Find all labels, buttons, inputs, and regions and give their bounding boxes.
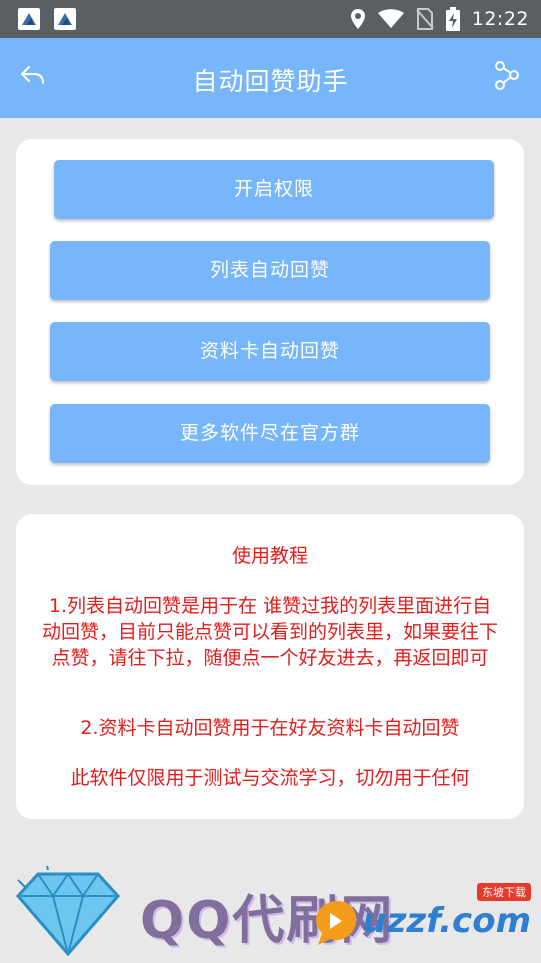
list-auto-like-button[interactable]: 列表自动回赞 xyxy=(50,241,490,300)
watermark-badge: 东坡下载 xyxy=(477,883,531,901)
wifi-icon xyxy=(377,9,404,28)
watermark-logo-icon xyxy=(316,901,357,945)
app-notification-icon xyxy=(18,8,40,30)
app-bar: 自动回赞助手 xyxy=(0,38,541,118)
tutorial-card: 使用教程 1.列表自动回赞是用于在 谁赞过我的列表里面进行自动回赞，目前只能点赞… xyxy=(16,514,524,819)
status-bar: 12:22 xyxy=(0,0,541,38)
open-permission-button[interactable]: 开启权限 xyxy=(54,160,494,219)
diamond-icon xyxy=(15,866,121,956)
profile-card-auto-like-button[interactable]: 资料卡自动回赞 xyxy=(50,322,490,381)
tutorial-paragraph-2: 2.资料卡自动回赞用于在好友资料卡自动回赞 xyxy=(80,717,460,739)
watermark-text: uzzf.com xyxy=(362,901,531,941)
system-icons: 12:22 xyxy=(350,6,529,32)
more-software-button[interactable]: 更多软件尽在官方群 xyxy=(50,404,490,463)
actions-card: 开启权限 列表自动回赞 资料卡自动回赞 更多软件尽在官方群 xyxy=(16,139,524,485)
app-notification-icon xyxy=(54,8,76,30)
location-icon xyxy=(350,9,365,29)
share-button[interactable] xyxy=(494,60,520,94)
watermark: uzzf.com 东坡下载 xyxy=(310,883,531,947)
battery-charging-icon xyxy=(445,7,460,31)
tutorial-title: 使用教程 xyxy=(231,545,308,567)
tutorial-paragraph-3: 此软件仅限用于测试与交流学习，切勿用于任何 xyxy=(70,767,470,789)
tutorial-paragraph-1: 1.列表自动回赞是用于在 谁赞过我的列表里面进行自动回赞，目前只能点赞可以看到的… xyxy=(41,595,498,669)
clock: 12:22 xyxy=(471,8,529,30)
share-icon xyxy=(495,61,519,90)
promo-banner[interactable]: QQ代刷网 uzzf.com 东坡下载 xyxy=(0,848,541,963)
page-title: 自动回赞助手 xyxy=(192,67,349,96)
notification-icons xyxy=(18,8,76,30)
no-sim-icon xyxy=(415,8,434,30)
